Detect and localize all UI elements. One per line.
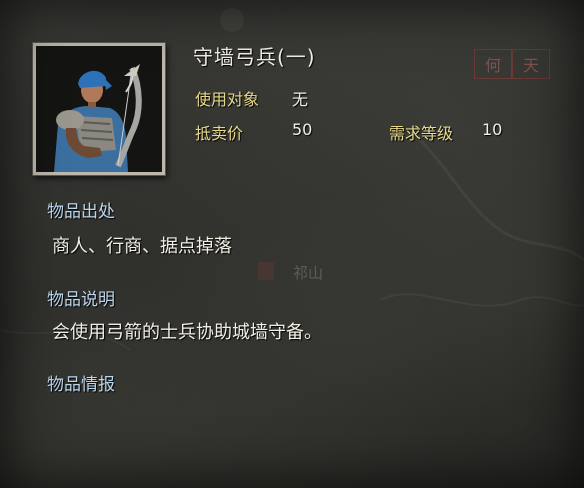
info-section-title: 物品情报	[47, 375, 115, 395]
soldier-portrait-icon	[36, 46, 162, 172]
level-label: 需求等级	[389, 124, 454, 143]
item-name: 守墙弓兵(一)	[193, 45, 316, 69]
map-stamp-tian: 天	[512, 49, 550, 79]
unit-portrait	[33, 43, 165, 175]
map-place-label: 祁山	[293, 264, 324, 282]
target-value: 无	[292, 90, 309, 109]
target-label: 使用对象	[195, 90, 260, 109]
price-label: 抵卖价	[195, 124, 244, 143]
source-section-text: 商人、行商、据点掉落	[52, 236, 232, 257]
description-section-text: 会使用弓箭的士兵协助城墙守备。	[52, 322, 322, 343]
map-stamp-he: 何	[474, 49, 512, 79]
source-section-title: 物品出处	[47, 202, 115, 222]
level-value: 10	[482, 120, 503, 139]
price-value: 50	[292, 120, 313, 139]
description-section-title: 物品说明	[47, 290, 115, 310]
